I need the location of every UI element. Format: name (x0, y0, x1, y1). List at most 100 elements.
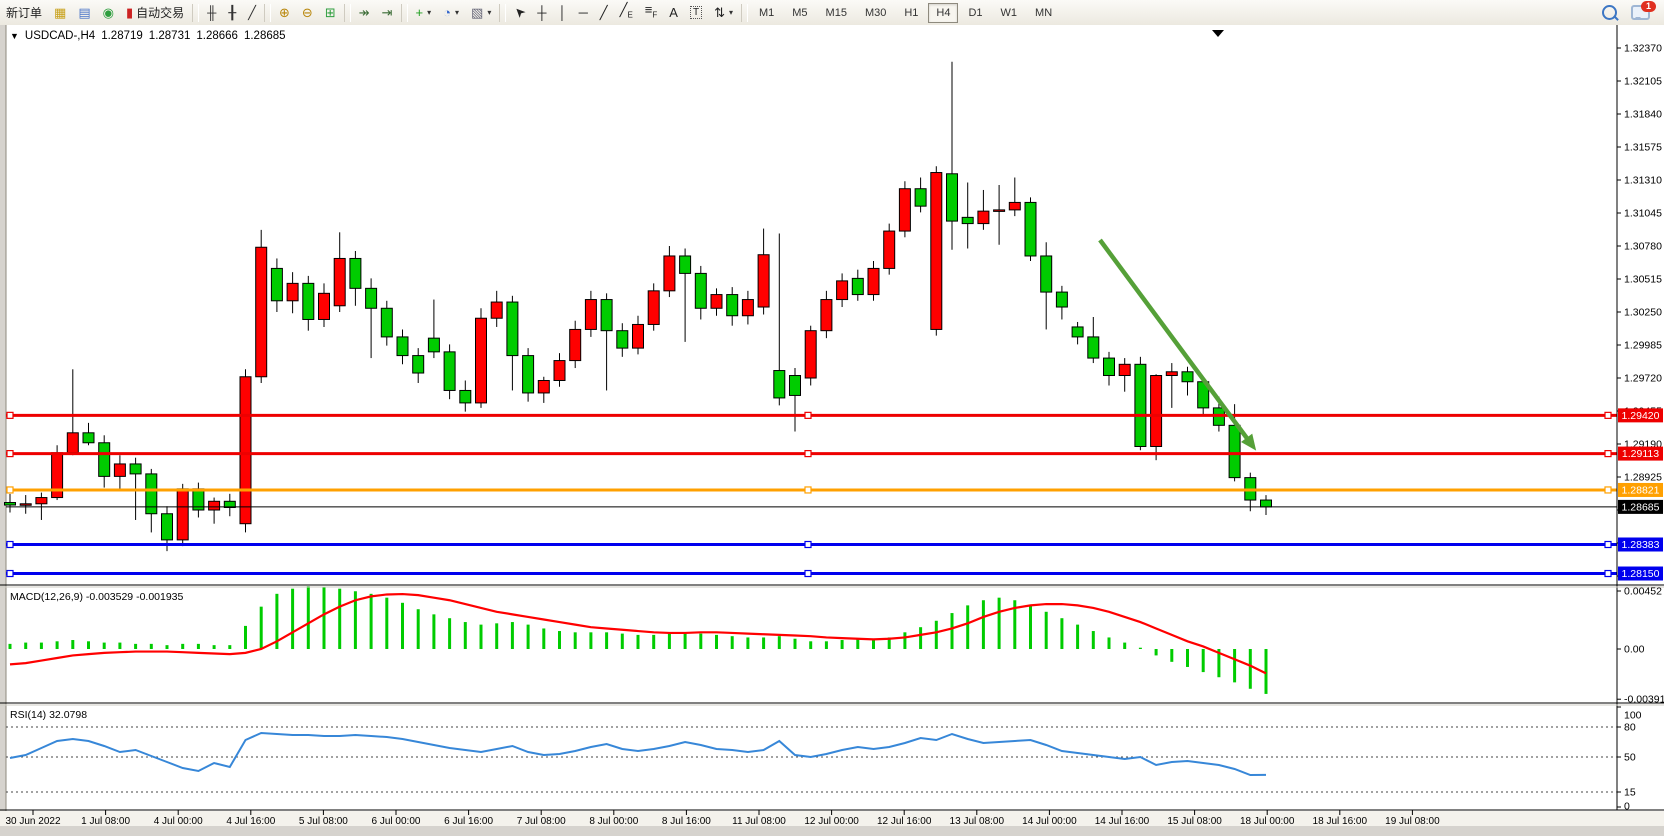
price-tick-label: 1.32370 (1624, 43, 1662, 55)
zoom-out-icon[interactable]: ⊖ (296, 3, 319, 22)
rsi-axis-label: 100 (1624, 710, 1642, 722)
candle-body (162, 514, 173, 540)
symbol-dropdown-icon[interactable]: ▼ (10, 31, 19, 41)
candlestick-chart-icon[interactable]: ╂ (222, 3, 242, 22)
notification-badge: 1 (1641, 1, 1656, 12)
candle-body (947, 174, 958, 221)
price-tick-label: 1.30780 (1624, 241, 1662, 253)
timeframe-h1-button[interactable]: H1 (896, 3, 926, 23)
timeframe-d1-button[interactable]: D1 (960, 3, 990, 23)
indicators-icon-dropdown[interactable]: ▾ (427, 8, 431, 17)
time-tick-label: 1 Jul 08:00 (81, 816, 130, 827)
zoom-in-icon[interactable]: ⊕ (273, 3, 296, 22)
label-icon[interactable]: T (684, 3, 708, 22)
profiles-icon[interactable]: ▤ (72, 3, 96, 22)
indicators-icon[interactable]: +▾ (410, 3, 438, 22)
candle-body (805, 331, 816, 378)
vertical-line-icon: │ (558, 6, 566, 19)
candle-body (287, 283, 298, 300)
line-chart-icon[interactable]: ╱ (242, 3, 262, 22)
candle-body (1072, 327, 1083, 337)
line-anchor-handle[interactable] (805, 571, 811, 577)
auto-trading-button[interactable]: ▮自动交易 (120, 1, 190, 24)
line-anchor-handle[interactable] (1605, 412, 1611, 418)
new-order-button[interactable]: 新订单 (0, 1, 48, 24)
candle-body (758, 255, 769, 307)
timeframe-m1-button[interactable]: M1 (751, 3, 782, 23)
timeframe-h4-button[interactable]: H4 (928, 3, 958, 23)
candlestick (256, 230, 267, 383)
chart-shift-icon: ⇥ (382, 6, 393, 19)
ohlc-low: 1.28666 (196, 30, 238, 42)
shapes-icon-dropdown[interactable]: ▾ (729, 8, 733, 17)
bar-chart-icon[interactable]: ╫ (201, 3, 222, 22)
candle-body (507, 302, 518, 356)
chart-canvas[interactable]: 1.323701.321051.318401.315751.313101.310… (0, 25, 1664, 831)
candle-body (601, 300, 612, 331)
line-anchor-handle[interactable] (1605, 542, 1611, 548)
timeframe-mn-button[interactable]: MN (1027, 3, 1060, 23)
shapes-icon[interactable]: ⇅▾ (708, 3, 739, 22)
candle-body (1056, 292, 1067, 307)
candle-body (366, 288, 377, 308)
cursor-icon[interactable]: ➤ (508, 3, 531, 22)
line-anchor-handle[interactable] (7, 487, 13, 493)
toolbar-separator (499, 4, 506, 22)
line-anchor-handle[interactable] (805, 542, 811, 548)
line-anchor-handle[interactable] (805, 412, 811, 418)
line-anchor-handle[interactable] (7, 571, 13, 577)
auto-scroll-icon[interactable]: ↠ (353, 3, 376, 22)
vertical-line-icon[interactable]: │ (552, 3, 572, 22)
periods-icon-dropdown[interactable]: ▾ (455, 8, 459, 17)
timeframe-m5-button[interactable]: M5 (784, 3, 815, 23)
line-anchor-handle[interactable] (1605, 571, 1611, 577)
time-axis: 30 Jun 20221 Jul 08:004 Jul 00:004 Jul 1… (0, 810, 1664, 831)
fibonacci-icon[interactable]: ≡F (639, 0, 663, 25)
line-anchor-handle[interactable] (805, 451, 811, 457)
trendline-icon[interactable]: ╱ (594, 3, 614, 22)
line-anchor-handle[interactable] (7, 412, 13, 418)
periods-icon: ◔ (443, 6, 451, 19)
indicators-icon: + (416, 6, 424, 19)
notifications-icon[interactable]: 1 (1631, 5, 1650, 20)
timeframe-m15-button[interactable]: M15 (818, 3, 855, 23)
time-tick-label: 4 Jul 00:00 (154, 816, 203, 827)
candle-body (99, 443, 110, 477)
periods-icon[interactable]: ◔▾ (437, 3, 465, 22)
cursor-icon: ➤ (511, 4, 528, 21)
line-anchor-handle[interactable] (1605, 451, 1611, 457)
candle-body (20, 504, 31, 506)
chart-shift-icon[interactable]: ⇥ (376, 3, 399, 22)
time-tick-label: 6 Jul 00:00 (372, 816, 421, 827)
candle-body (962, 217, 973, 223)
text-icon[interactable]: A (663, 3, 684, 22)
search-icon[interactable] (1602, 5, 1617, 20)
time-tick-label: 12 Jul 16:00 (877, 816, 932, 827)
price-level-badge-label: 1.28150 (1622, 568, 1660, 580)
candle-body (146, 474, 157, 514)
templates-icon-dropdown[interactable]: ▾ (487, 8, 491, 17)
time-tick-label: 19 Jul 08:00 (1385, 816, 1440, 827)
auto-trading-button-label: 自动交易 (136, 4, 184, 21)
line-anchor-handle[interactable] (1605, 487, 1611, 493)
channel-icon[interactable]: ╱E (614, 0, 639, 25)
line-anchor-handle[interactable] (7, 542, 13, 548)
line-anchor-handle[interactable] (805, 487, 811, 493)
candle-body (256, 247, 267, 377)
label-icon: T (690, 6, 702, 19)
horizontal-line-icon[interactable]: ─ (573, 3, 594, 22)
line-anchor-handle[interactable] (7, 451, 13, 457)
candle-body (821, 300, 832, 331)
crosshair-icon[interactable]: ┼ (531, 3, 552, 22)
candle-body (381, 308, 392, 337)
market-watch-icon[interactable]: ◉ (97, 3, 120, 22)
new-chart-icon[interactable]: ▦ (48, 3, 72, 22)
timeframe-w1-button[interactable]: W1 (993, 3, 1026, 23)
tile-windows-icon[interactable]: ⊞ (319, 3, 342, 22)
macd-axis-label: -0.003913 (1624, 694, 1664, 706)
templates-icon[interactable]: ▧▾ (465, 3, 497, 22)
timeframe-m30-button[interactable]: M30 (857, 3, 894, 23)
candle-body (695, 273, 706, 308)
ohlc-open: 1.28719 (101, 30, 143, 42)
candle-body (633, 324, 644, 348)
